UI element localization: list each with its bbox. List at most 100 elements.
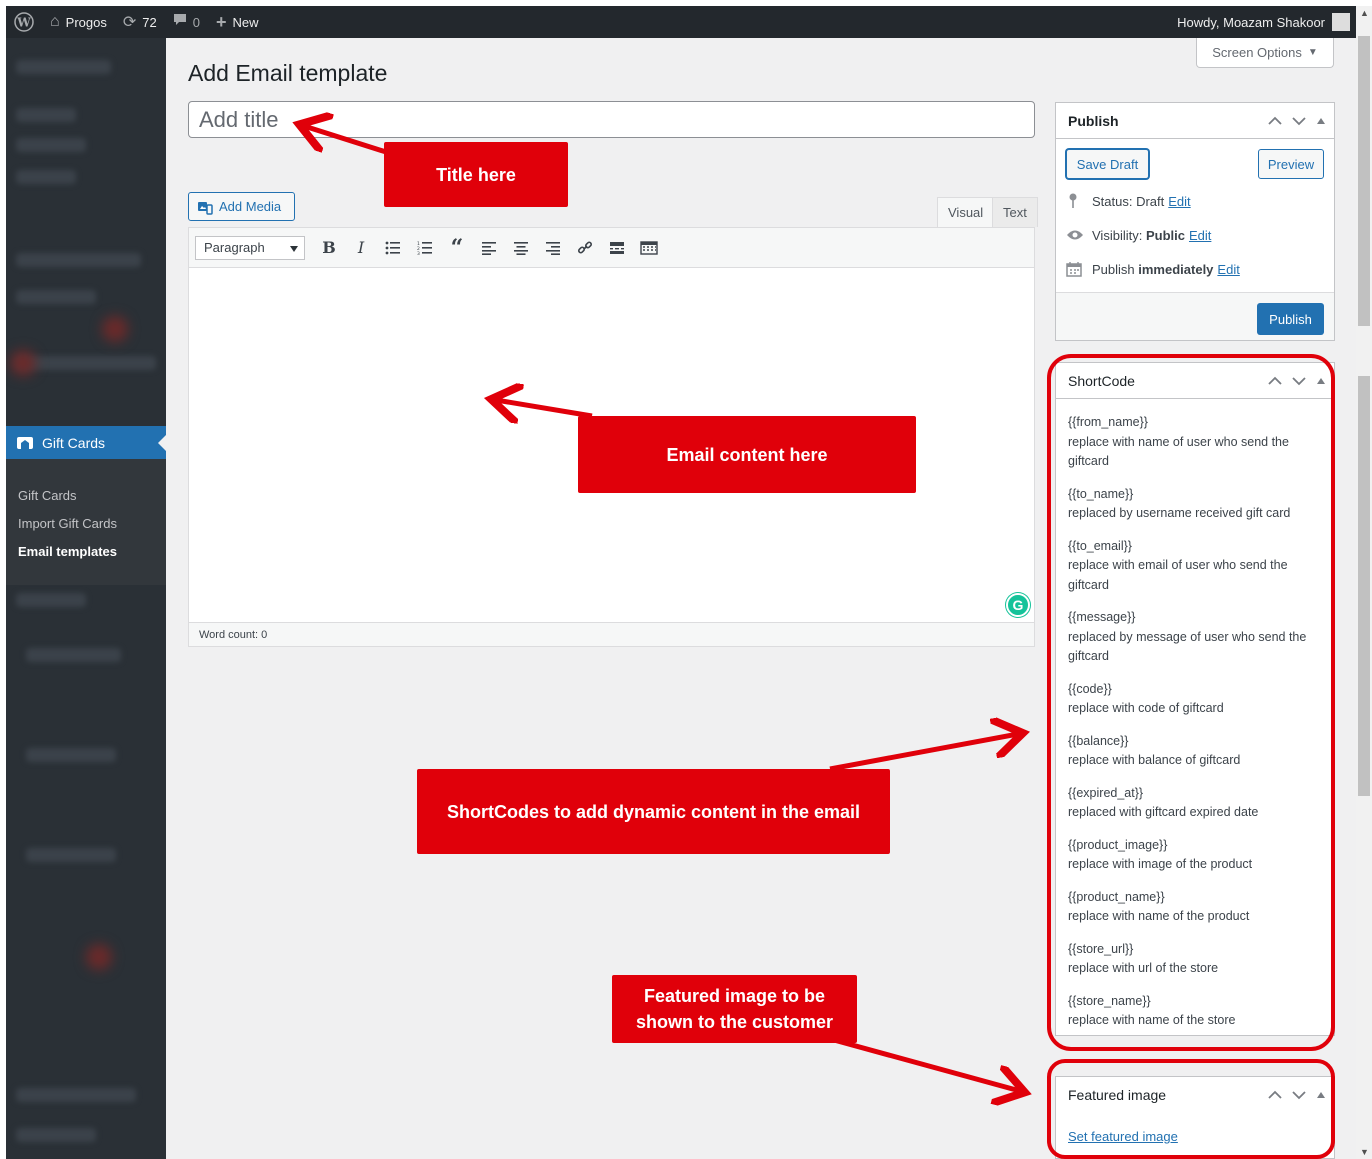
shortcode-item: {{store_name}} replace with name of the s… — [1068, 992, 1322, 1031]
publish-button[interactable]: Publish — [1257, 303, 1324, 335]
annotation-featured-line1: Featured image to be — [643, 986, 826, 1006]
chevron-up-icon[interactable] — [1268, 376, 1282, 386]
edit-schedule-link[interactable]: Edit — [1217, 262, 1239, 277]
tab-visual[interactable]: Visual — [937, 197, 995, 227]
updates-count: 72 — [142, 14, 157, 30]
updates-icon: ⟳ — [122, 14, 137, 31]
italic-icon[interactable]: I — [345, 234, 377, 262]
blurred-badge — [10, 350, 36, 376]
shortcode-description: replace with email of user who send the … — [1068, 558, 1288, 592]
scrollbar-thumb[interactable] — [1358, 36, 1370, 326]
shortcode-description: replaced with giftcard expired date — [1068, 805, 1259, 819]
bullet-list-icon[interactable] — [377, 234, 409, 262]
page-scrollbar[interactable]: ▲ ▼ — [1356, 6, 1372, 1159]
comments-link[interactable]: 0 — [165, 6, 208, 38]
chevron-up-icon[interactable] — [1268, 116, 1282, 126]
shortcode-code: {{message}} — [1068, 610, 1136, 624]
sidebar-item-gift-cards[interactable]: Gift Cards — [6, 426, 166, 459]
edit-status-link[interactable]: Edit — [1168, 194, 1190, 209]
sidebar-item-label: Gift Cards — [42, 434, 106, 451]
chevron-down-icon[interactable] — [1292, 1090, 1306, 1100]
preview-button[interactable]: Preview — [1258, 149, 1324, 179]
bold-icon[interactable]: B — [313, 234, 345, 262]
submenu-gift-cards[interactable]: Gift Cards — [6, 487, 166, 515]
site-name-link[interactable]: ⌂ Progos — [42, 6, 115, 38]
align-left-icon[interactable] — [473, 234, 505, 262]
chevron-down-icon[interactable] — [1292, 116, 1306, 126]
annotation-email-content: Email content here — [578, 416, 916, 493]
media-icon — [197, 199, 213, 215]
collapse-toggle-icon[interactable] — [1316, 1091, 1326, 1099]
blurred-menu-item — [16, 253, 141, 267]
page-title: Add Email template — [188, 60, 388, 86]
publish-box: Publish Save Draft Preview Status: Draft… — [1055, 102, 1335, 341]
caret-down-icon: ▼ — [1307, 47, 1318, 58]
plus-icon: + — [215, 11, 227, 32]
new-content-link[interactable]: + New — [208, 6, 267, 38]
numbered-list-icon[interactable]: 123 — [409, 234, 441, 262]
submenu-email-templates[interactable]: Email templates — [6, 543, 166, 571]
shortcode-code: {{product_image}} — [1068, 837, 1168, 852]
shortcode-description: replace with url of the store — [1068, 961, 1219, 975]
title-input[interactable]: Add title — [188, 101, 1035, 138]
align-center-icon[interactable] — [505, 234, 537, 262]
shortcode-item: {{store_url}}replace with url of the sto… — [1068, 940, 1322, 979]
shortcode-description: replace with name of the product — [1068, 909, 1250, 923]
link-icon[interactable] — [569, 234, 601, 262]
blurred-menu-item — [16, 138, 86, 152]
toolbar-toggle-icon[interactable] — [633, 234, 665, 262]
shortcode-code: {{store_url}} — [1068, 941, 1134, 956]
shortcode-item: {{product_image}} replace with image of t… — [1068, 836, 1322, 875]
shortcode-item: {{balance}} replace with balance of giftc… — [1068, 732, 1322, 771]
calendar-icon — [1066, 261, 1086, 277]
shortcode-code: {{code}} — [1068, 681, 1112, 696]
user-greeting[interactable]: Howdy, Moazam Shakoor — [1177, 15, 1325, 30]
publish-actions: Publish — [1056, 292, 1334, 340]
format-select-value: Paragraph — [204, 240, 265, 255]
add-media-button[interactable]: Add Media — [188, 192, 295, 221]
chevron-down-icon[interactable] — [1292, 376, 1306, 386]
edit-visibility-link[interactable]: Edit — [1189, 228, 1211, 243]
blurred-menu-item — [16, 1128, 96, 1142]
blurred-menu-item — [26, 748, 116, 762]
scroll-up-icon[interactable]: ▲ — [1360, 8, 1369, 18]
read-more-icon[interactable] — [601, 234, 633, 262]
blurred-menu-item — [16, 593, 86, 607]
shortcode-item: {{code}} replace with code of giftcard — [1068, 680, 1322, 719]
gift-card-icon — [16, 435, 34, 451]
tab-text[interactable]: Text — [992, 197, 1038, 227]
chevron-up-icon[interactable] — [1268, 1090, 1282, 1100]
grammarly-icon[interactable]: G — [1006, 593, 1030, 617]
scroll-down-icon[interactable]: ▼ — [1360, 1147, 1369, 1157]
set-featured-image-link[interactable]: Set featured image — [1068, 1129, 1178, 1144]
format-select[interactable]: Paragraph — [195, 235, 305, 260]
visibility-value: Public — [1145, 227, 1185, 243]
shortcode-list: {{from_name}} replace with name of user w… — [1056, 399, 1334, 1031]
avatar[interactable] — [1332, 13, 1350, 31]
admin-bar: W ⌂ Progos ⟳ 72 0 + New Howdy, Moazam Sh… — [6, 6, 1356, 38]
blurred-badge — [86, 944, 112, 970]
updates-link[interactable]: ⟳ 72 — [115, 6, 165, 38]
align-right-icon[interactable] — [537, 234, 569, 262]
annotation-featured-image: Featured image to be shown to the custom… — [612, 975, 857, 1043]
blurred-menu-item — [26, 848, 116, 862]
status-value: Draft — [1136, 193, 1165, 209]
blockquote-icon[interactable]: “ — [441, 234, 473, 262]
scrollbar-thumb[interactable] — [1358, 376, 1370, 796]
wordpress-logo-icon[interactable]: W — [6, 6, 42, 38]
submenu-import-gift-cards[interactable]: Import Gift Cards — [6, 515, 166, 543]
shortcode-description: replace with code of giftcard — [1068, 701, 1224, 715]
screen-options-button[interactable]: Screen Options ▼ — [1196, 38, 1334, 68]
collapse-toggle-icon[interactable] — [1316, 377, 1326, 385]
shortcode-description: replace with name of user who send the g… — [1068, 434, 1289, 469]
title-placeholder: Add title — [199, 106, 279, 132]
shortcode-description: replaced by username received gift card — [1068, 506, 1291, 520]
comment-icon — [173, 13, 187, 32]
admin-sidebar: Gift Cards Gift Cards Import Gift Cards … — [6, 38, 166, 1159]
save-draft-button[interactable]: Save Draft — [1066, 149, 1149, 179]
collapse-toggle-icon[interactable] — [1316, 117, 1326, 125]
visibility-label: Visibility: — [1092, 227, 1143, 243]
add-media-label: Add Media — [219, 199, 282, 214]
annotation-title-here: Title here — [384, 142, 568, 207]
blurred-menu-item — [16, 108, 76, 122]
